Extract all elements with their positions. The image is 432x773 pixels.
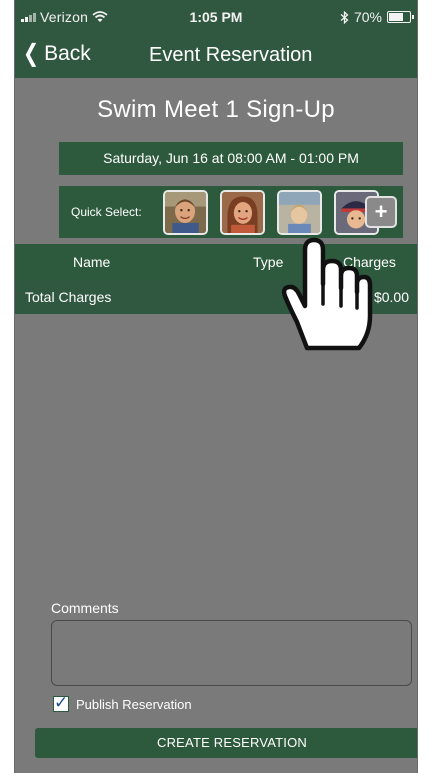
person-photo-icon	[279, 192, 320, 233]
person-photo-icon	[222, 192, 263, 233]
column-header-charges: Charges	[343, 254, 396, 270]
publish-label: Publish Reservation	[76, 696, 192, 712]
battery-level	[389, 13, 403, 21]
nav-bar: ❮ Back Event Reservation	[15, 36, 417, 78]
battery-percent: 70%	[353, 9, 382, 25]
chevron-left-icon: ❮	[23, 40, 40, 67]
publish-reservation-toggle[interactable]: ✓ Publish Reservation	[53, 693, 192, 712]
event-title: Swim Meet 1 Sign-Up	[97, 96, 335, 123]
member-avatar-1[interactable]	[163, 190, 208, 235]
status-right: 70%	[340, 9, 414, 25]
total-charges-row: Total Charges $0.00	[15, 280, 417, 314]
table-header: Name Type Charges	[15, 244, 417, 280]
event-date: Saturday, Jun 16 at 08:00 AM - 01:00 PM	[59, 142, 403, 175]
nav-title: Event Reservation	[149, 44, 313, 66]
back-label: Back	[44, 42, 91, 65]
total-charges-amount: $0.00	[373, 289, 409, 305]
plus-icon: +	[374, 199, 388, 224]
member-avatar-3[interactable]	[277, 190, 322, 235]
back-button[interactable]: ❮ Back	[21, 42, 91, 66]
add-member-button[interactable]: +	[365, 196, 397, 228]
bluetooth-icon	[340, 10, 349, 24]
column-header-type: Type	[253, 254, 284, 270]
status-bar: Verizon 1:05 PM 70%	[15, 0, 417, 36]
app-screen: Verizon 1:05 PM 70% ❮ Back Event Reserva…	[14, 0, 418, 773]
comments-input[interactable]	[51, 620, 412, 686]
comments-label: Comments	[51, 600, 119, 616]
total-charges-label: Total Charges	[25, 289, 112, 305]
person-photo-icon	[165, 192, 206, 233]
quick-select-label: Quick Select:	[71, 205, 142, 219]
member-avatar-2[interactable]	[220, 190, 265, 235]
battery-icon	[387, 11, 414, 23]
column-header-name: Name	[73, 254, 111, 270]
quick-select-bar: Quick Select: +	[59, 186, 403, 238]
checkmark-icon: ✓	[54, 693, 69, 712]
publish-checkbox[interactable]: ✓	[53, 693, 69, 712]
create-reservation-button[interactable]: CREATE RESERVATION	[35, 728, 417, 758]
